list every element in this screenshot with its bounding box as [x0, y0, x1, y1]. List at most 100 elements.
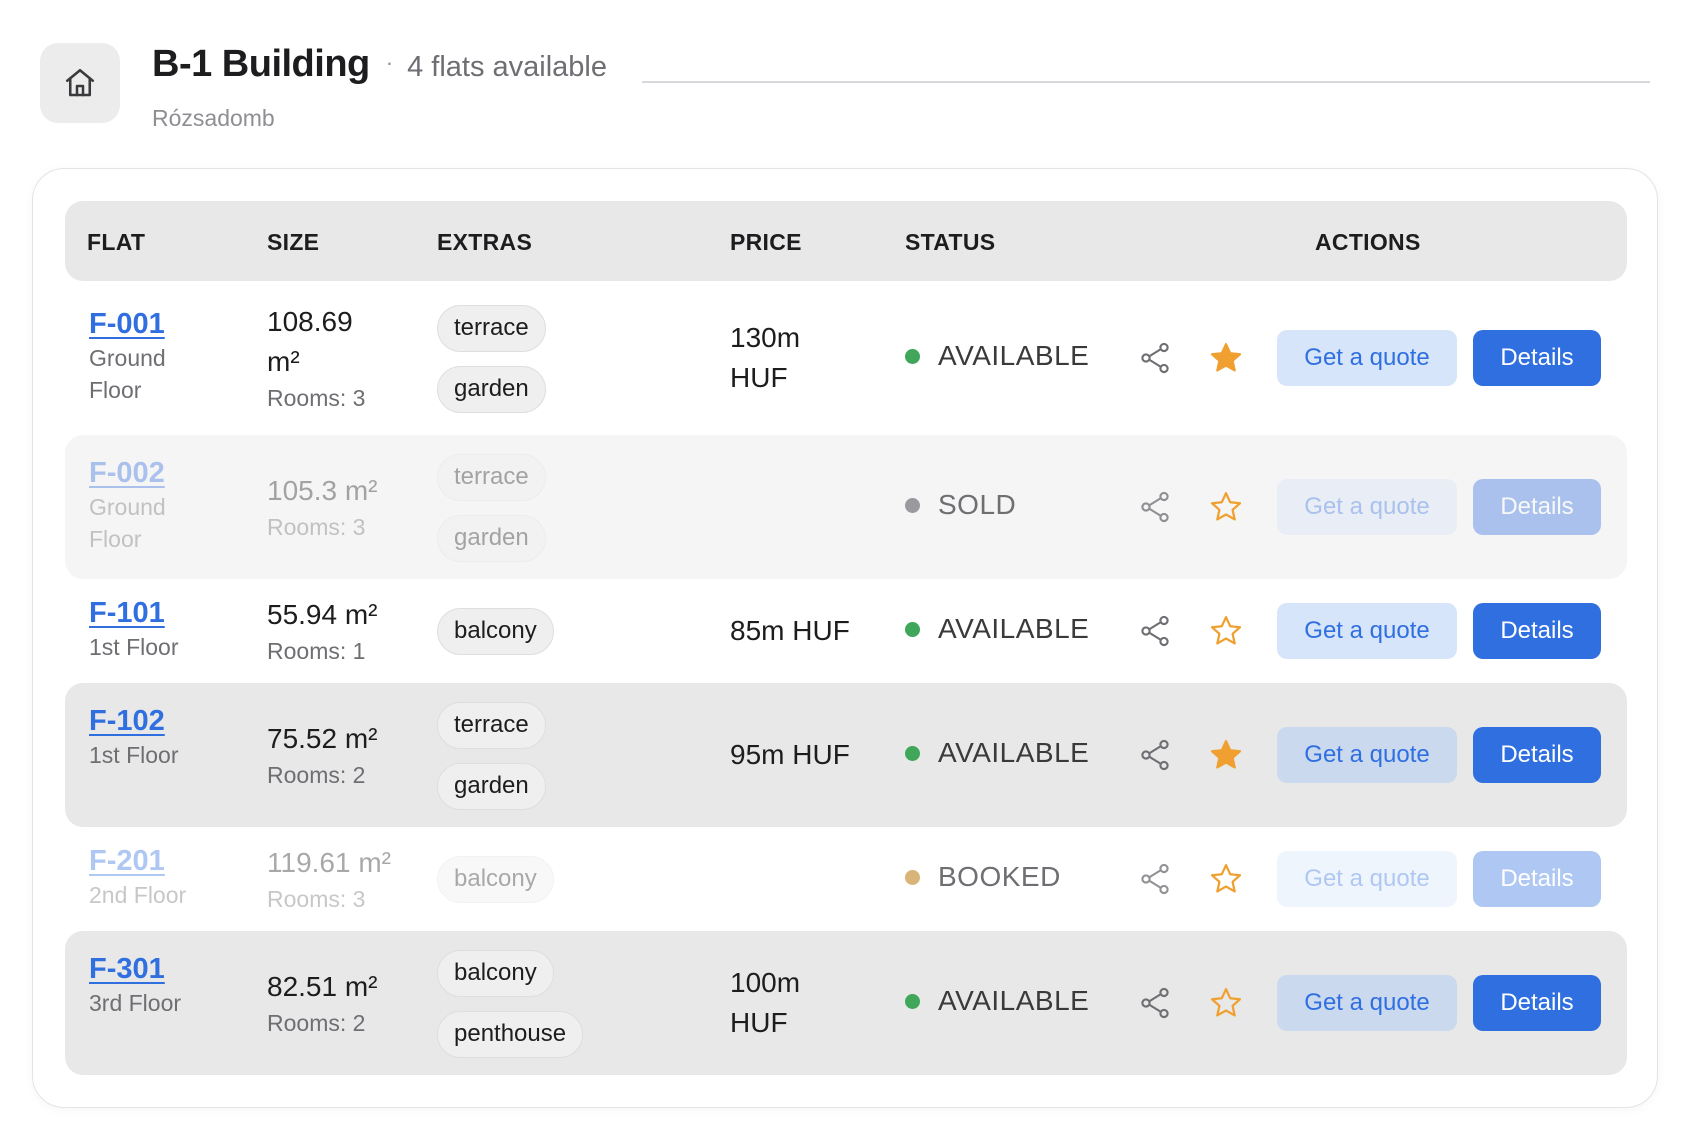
status-label: AVAILABLE: [938, 737, 1090, 768]
price-value: 95m HUF: [730, 739, 850, 770]
size-value: 55.94 m²: [267, 599, 378, 630]
table-row: F-102 1st Floor 75.52 m² Rooms: 2 terrace gar…: [65, 683, 1627, 827]
table-row: F-002 Ground Floor 105.3 m² Rooms: 3 terrace…: [65, 435, 1627, 579]
size-cell: 105.3 m² Rooms: 3: [267, 471, 378, 543]
table-row: F-201 2nd Floor 119.61 m² Rooms: 3 balcony BO…: [65, 827, 1627, 931]
get-quote-button[interactable]: Get a quote: [1277, 727, 1457, 783]
details-button[interactable]: Details: [1473, 603, 1601, 659]
column-header-actions: ACTIONS: [1315, 229, 1421, 255]
extra-chip: garden: [437, 366, 546, 413]
status-label: SOLD: [938, 489, 1017, 520]
column-header-size: SIZE: [267, 229, 320, 255]
header-divider: [642, 81, 1650, 83]
flat-id-link[interactable]: F-001: [89, 306, 199, 342]
rooms-count: Rooms: 3: [267, 886, 366, 912]
share-button[interactable]: [1135, 983, 1175, 1023]
extras-cell: balcony: [437, 608, 554, 669]
extra-chip: garden: [437, 763, 546, 810]
title-separator: ·: [385, 50, 394, 75]
flats-card: FLAT SIZE EXTRAS PRICE STATUS ACTIONS F-…: [32, 168, 1658, 1108]
status-dot: [905, 993, 920, 1009]
details-button[interactable]: Details: [1473, 479, 1601, 535]
details-button[interactable]: Details: [1473, 851, 1601, 907]
column-header-status: STATUS: [905, 229, 996, 255]
flat-floor: 1st Floor: [89, 634, 179, 660]
flat-cell: F-101 1st Floor: [89, 595, 178, 663]
flat-cell: F-002 Ground Floor: [89, 455, 199, 555]
favorite-button[interactable]: [1206, 983, 1246, 1023]
home-button[interactable]: [40, 43, 120, 123]
details-button[interactable]: Details: [1473, 975, 1601, 1031]
size-cell: 55.94 m² Rooms: 1: [267, 595, 378, 667]
table-row: F-301 3rd Floor 82.51 m² Rooms: 2 balcony pen…: [65, 931, 1627, 1075]
size-cell: 75.52 m² Rooms: 2: [267, 719, 378, 791]
flat-floor: Ground Floor: [89, 345, 166, 403]
share-icon: [1141, 863, 1169, 895]
price-value: 85m HUF: [730, 615, 850, 646]
share-button[interactable]: [1135, 859, 1175, 899]
extra-chip: balcony: [437, 950, 554, 997]
details-button[interactable]: Details: [1473, 330, 1601, 386]
favorite-button[interactable]: [1206, 338, 1246, 378]
get-quote-button[interactable]: Get a quote: [1277, 603, 1457, 659]
price-value: 100m HUF: [730, 967, 801, 1038]
size-value: 82.51 m²: [267, 971, 378, 1002]
column-header-flat: FLAT: [87, 229, 146, 255]
district-label: Rózsadomb: [152, 105, 275, 131]
favorite-button[interactable]: [1206, 487, 1246, 527]
flat-id-link[interactable]: F-201: [89, 843, 186, 879]
size-value: 105.3 m²: [267, 475, 378, 506]
extra-chip: penthouse: [437, 1011, 584, 1058]
flat-cell: F-001 Ground Floor: [89, 306, 199, 406]
table-header: FLAT SIZE EXTRAS PRICE STATUS ACTIONS: [65, 201, 1627, 281]
share-icon: [1141, 342, 1169, 374]
flat-id-link[interactable]: F-102: [89, 703, 199, 739]
star-filled-icon: [1210, 740, 1242, 769]
flat-floor: Ground Floor: [89, 494, 166, 552]
column-header-price: PRICE: [730, 229, 802, 255]
get-quote-button[interactable]: Get a quote: [1277, 330, 1457, 386]
status-dot: [905, 869, 920, 885]
page: B-1 Building · 4 flats available Rózsado…: [0, 0, 1694, 1140]
share-button[interactable]: [1135, 338, 1175, 378]
price-value: 130m HUF: [730, 322, 801, 393]
share-icon: [1141, 739, 1169, 771]
building-name: B-1 Building: [152, 43, 370, 85]
status-indicator: AVAILABLE: [905, 985, 1089, 1017]
status-indicator: AVAILABLE: [905, 737, 1089, 769]
size-cell: 108.69 m² Rooms: 3: [267, 302, 377, 414]
extra-chip: balcony: [437, 856, 554, 903]
size-cell: 119.61 m² Rooms: 3: [267, 843, 391, 915]
extra-chip: balcony: [437, 608, 554, 655]
status-dot: [905, 745, 920, 761]
flat-floor: 3rd Floor: [89, 990, 182, 1016]
favorite-button[interactable]: [1206, 735, 1246, 775]
share-button[interactable]: [1135, 611, 1175, 651]
rooms-count: Rooms: 2: [267, 762, 366, 788]
rooms-count: Rooms: 2: [267, 1010, 366, 1036]
flats-available-count: 4 flats available: [407, 51, 607, 83]
flat-id-link[interactable]: F-101: [89, 595, 178, 631]
get-quote-button[interactable]: Get a quote: [1277, 851, 1457, 907]
flat-id-link[interactable]: F-002: [89, 455, 199, 491]
extra-chip: terrace: [437, 305, 546, 352]
get-quote-button[interactable]: Get a quote: [1277, 975, 1457, 1031]
details-button[interactable]: Details: [1473, 727, 1601, 783]
extras-cell: terrace garden: [437, 702, 546, 824]
favorite-button[interactable]: [1206, 611, 1246, 651]
flat-id-link[interactable]: F-301: [89, 951, 199, 987]
share-button[interactable]: [1135, 487, 1175, 527]
favorite-button[interactable]: [1206, 859, 1246, 899]
flat-floor: 1st Floor: [89, 742, 179, 768]
share-icon: [1141, 491, 1169, 523]
get-quote-button[interactable]: Get a quote: [1277, 479, 1457, 535]
extra-chip: terrace: [437, 702, 546, 749]
status-label: AVAILABLE: [938, 613, 1090, 644]
share-button[interactable]: [1135, 735, 1175, 775]
size-value: 119.61 m²: [267, 847, 391, 878]
header: B-1 Building · 4 flats available Rózsado…: [40, 43, 1650, 131]
flat-floor: 2nd Floor: [89, 882, 187, 908]
status-label: AVAILABLE: [938, 985, 1090, 1016]
extras-cell: balcony: [437, 856, 554, 917]
flat-cell: F-201 2nd Floor: [89, 843, 186, 911]
